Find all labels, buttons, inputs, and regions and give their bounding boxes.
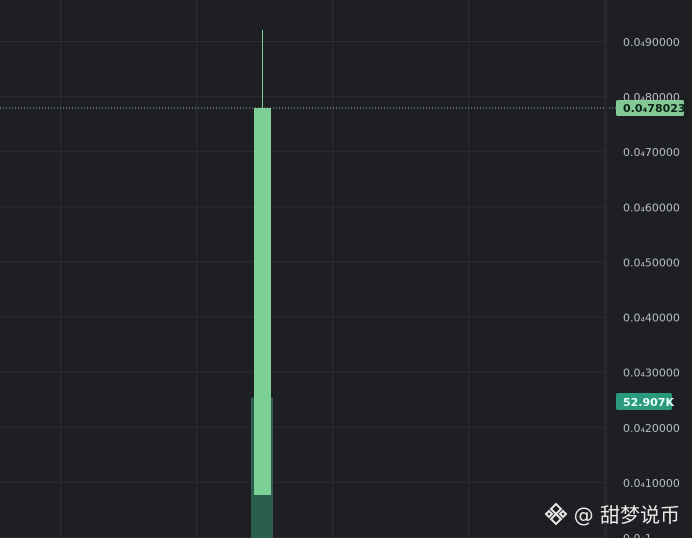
tick-label: 0.0₄60000 — [623, 201, 680, 214]
candle-body — [254, 108, 271, 496]
candle-layer — [254, 29, 271, 496]
price-chart[interactable]: 0.0₄900000.0₄800000.0₄700000.0₄600000.0₄… — [0, 0, 692, 538]
grid-lines — [0, 0, 606, 538]
binance-diamond-icon — [544, 502, 568, 525]
tick-label: 0.0₄90000 — [623, 36, 680, 49]
watermark-text: @ 甜梦说币 — [573, 503, 680, 527]
tick-label: 0.0₄1 — [623, 532, 652, 538]
tick-label: 0.0₄70000 — [623, 146, 680, 159]
tick-label: 0.0₄40000 — [623, 312, 680, 325]
price-axis[interactable]: 0.0₄900000.0₄800000.0₄700000.0₄600000.0₄… — [606, 0, 680, 538]
watermark: @ 甜梦说币 — [544, 499, 680, 528]
tick-label: 0.0₄30000 — [623, 367, 680, 380]
tick-label: 0.0₄50000 — [623, 256, 680, 269]
tick-label: 0.0₄10000 — [623, 477, 680, 490]
tick-label: 0.0₄20000 — [623, 422, 680, 435]
current-price-label: 0.0₄78023 — [623, 102, 686, 115]
volume-badge-label: 52.907K — [623, 396, 674, 409]
